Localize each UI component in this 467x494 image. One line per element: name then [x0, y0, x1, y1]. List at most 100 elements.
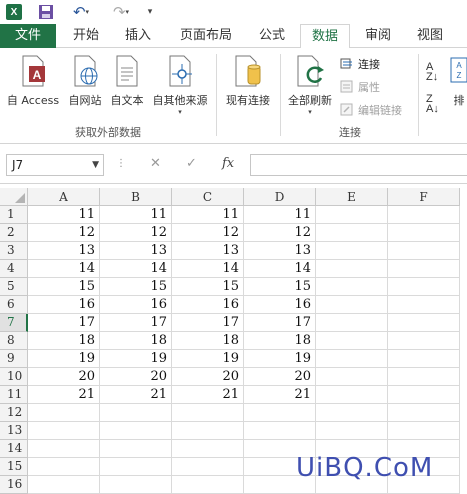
- cell-f10[interactable]: [388, 368, 460, 386]
- cell-d12[interactable]: [244, 404, 316, 422]
- cell-f4[interactable]: [388, 260, 460, 278]
- cell-b12[interactable]: [100, 404, 172, 422]
- cell-b2[interactable]: 12: [100, 224, 172, 242]
- cell-b13[interactable]: [100, 422, 172, 440]
- cell-a13[interactable]: [28, 422, 100, 440]
- cell-a2[interactable]: 12: [28, 224, 100, 242]
- row-header-10[interactable]: 10: [0, 368, 28, 386]
- cell-a16[interactable]: [28, 476, 100, 494]
- cell-f1[interactable]: [388, 206, 460, 224]
- cell-e11[interactable]: [316, 386, 388, 404]
- column-header-b[interactable]: B: [100, 188, 172, 206]
- cell-d9[interactable]: 19: [244, 350, 316, 368]
- row-header-14[interactable]: 14: [0, 440, 28, 458]
- cell-f8[interactable]: [388, 332, 460, 350]
- cell-f2[interactable]: [388, 224, 460, 242]
- tab-insert[interactable]: 插入: [116, 24, 160, 48]
- cell-d4[interactable]: 14: [244, 260, 316, 278]
- cell-d2[interactable]: 12: [244, 224, 316, 242]
- redo-icon[interactable]: ↷ ▾: [108, 3, 134, 21]
- cancel-icon[interactable]: ✕: [150, 156, 161, 171]
- row-header-2[interactable]: 2: [0, 224, 28, 242]
- column-header-d[interactable]: D: [244, 188, 316, 206]
- sort-descending-button[interactable]: Z A↓: [426, 94, 439, 115]
- name-box[interactable]: J7 ▼: [6, 154, 104, 176]
- row-header-5[interactable]: 5: [0, 278, 28, 296]
- cell-b5[interactable]: 15: [100, 278, 172, 296]
- cell-c13[interactable]: [172, 422, 244, 440]
- drag-handle-icon[interactable]: ⋮: [116, 158, 126, 169]
- row-header-8[interactable]: 8: [0, 332, 28, 350]
- cell-c8[interactable]: 18: [172, 332, 244, 350]
- row-header-7[interactable]: 7: [0, 314, 28, 332]
- column-header-c[interactable]: C: [172, 188, 244, 206]
- tab-page-layout[interactable]: 页面布局: [170, 24, 242, 48]
- cell-d1[interactable]: 11: [244, 206, 316, 224]
- from-text-button[interactable]: 自文本: [106, 54, 148, 108]
- cell-c2[interactable]: 12: [172, 224, 244, 242]
- column-header-a[interactable]: A: [28, 188, 100, 206]
- cell-f9[interactable]: [388, 350, 460, 368]
- cell-d13[interactable]: [244, 422, 316, 440]
- cell-e9[interactable]: [316, 350, 388, 368]
- cell-d8[interactable]: 18: [244, 332, 316, 350]
- cell-a8[interactable]: 18: [28, 332, 100, 350]
- tab-home[interactable]: 开始: [64, 24, 108, 48]
- row-header-1[interactable]: 1: [0, 206, 28, 224]
- row-header-4[interactable]: 4: [0, 260, 28, 278]
- cell-d3[interactable]: 13: [244, 242, 316, 260]
- cell-f3[interactable]: [388, 242, 460, 260]
- cell-b15[interactable]: [100, 458, 172, 476]
- cell-c12[interactable]: [172, 404, 244, 422]
- tab-file[interactable]: 文件: [0, 24, 56, 48]
- cell-d5[interactable]: 15: [244, 278, 316, 296]
- cell-e12[interactable]: [316, 404, 388, 422]
- cell-a7[interactable]: 17: [28, 314, 100, 332]
- cell-c7[interactable]: 17: [172, 314, 244, 332]
- edit-links-button[interactable]: 编辑链接: [340, 102, 402, 118]
- cell-f11[interactable]: [388, 386, 460, 404]
- sort-button[interactable]: AZ 排: [448, 54, 467, 108]
- tab-formulas[interactable]: 公式: [250, 24, 294, 48]
- cell-e7[interactable]: [316, 314, 388, 332]
- column-header-e[interactable]: E: [316, 188, 388, 206]
- cell-d11[interactable]: 21: [244, 386, 316, 404]
- properties-button[interactable]: 属性: [340, 79, 380, 95]
- tab-review[interactable]: 审阅: [356, 24, 400, 48]
- cell-e5[interactable]: [316, 278, 388, 296]
- cell-a1[interactable]: 11: [28, 206, 100, 224]
- existing-connections-button[interactable]: 现有连接: [220, 54, 276, 108]
- cell-a10[interactable]: 20: [28, 368, 100, 386]
- cell-e4[interactable]: [316, 260, 388, 278]
- cell-b6[interactable]: 16: [100, 296, 172, 314]
- cell-d7[interactable]: 17: [244, 314, 316, 332]
- cell-b8[interactable]: 18: [100, 332, 172, 350]
- cell-a12[interactable]: [28, 404, 100, 422]
- enter-icon[interactable]: ✓: [186, 156, 197, 171]
- cell-e13[interactable]: [316, 422, 388, 440]
- sort-ascending-button[interactable]: A Z↓: [426, 62, 438, 83]
- cell-b16[interactable]: [100, 476, 172, 494]
- cell-a3[interactable]: 13: [28, 242, 100, 260]
- cell-d6[interactable]: 16: [244, 296, 316, 314]
- worksheet-grid[interactable]: A B C D E F 1 11 11 11 11 2 12 12 12 12 3 13 13 13 13 4 14 14 14…: [0, 188, 467, 494]
- cell-e6[interactable]: [316, 296, 388, 314]
- cell-c10[interactable]: 20: [172, 368, 244, 386]
- select-all-button[interactable]: [0, 188, 28, 206]
- cell-c1[interactable]: 11: [172, 206, 244, 224]
- cell-b3[interactable]: 13: [100, 242, 172, 260]
- cell-c16[interactable]: [172, 476, 244, 494]
- cell-c14[interactable]: [172, 440, 244, 458]
- cell-f5[interactable]: [388, 278, 460, 296]
- cell-a11[interactable]: 21: [28, 386, 100, 404]
- cell-e2[interactable]: [316, 224, 388, 242]
- cell-f6[interactable]: [388, 296, 460, 314]
- connections-button[interactable]: 连接: [340, 56, 380, 72]
- cell-e8[interactable]: [316, 332, 388, 350]
- formula-input[interactable]: [250, 154, 467, 176]
- row-header-15[interactable]: 15: [0, 458, 28, 476]
- save-icon[interactable]: [38, 3, 54, 21]
- cell-a14[interactable]: [28, 440, 100, 458]
- cell-a4[interactable]: 14: [28, 260, 100, 278]
- cell-a9[interactable]: 19: [28, 350, 100, 368]
